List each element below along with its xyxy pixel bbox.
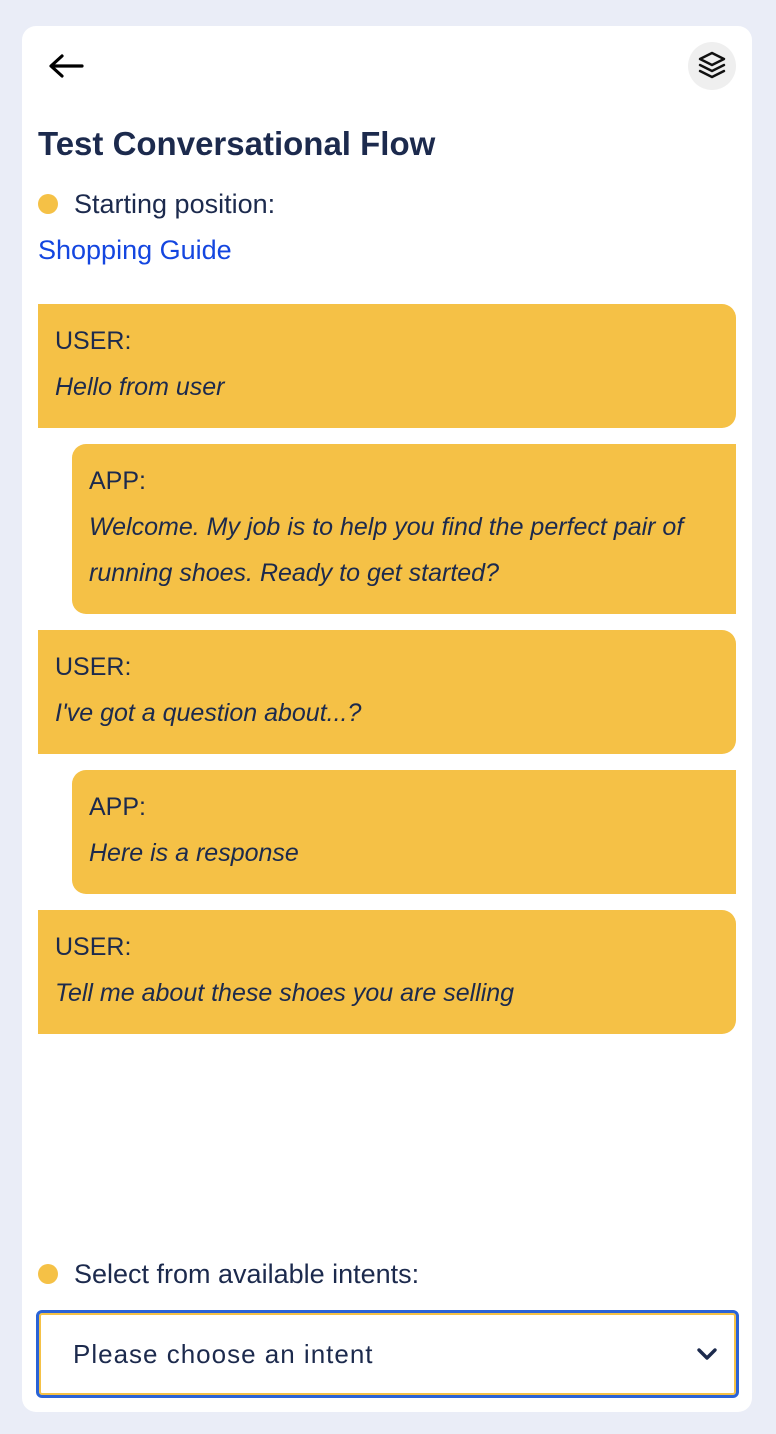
- intent-select-value: Please choose an intent: [73, 1338, 374, 1369]
- message-role: APP:: [89, 793, 146, 821]
- user-message: USER: Hello from user: [38, 304, 736, 428]
- user-message: USER: Tell me about these shoes you are …: [38, 910, 736, 1034]
- layers-button[interactable]: [688, 42, 736, 90]
- message-text: Hello from user: [55, 373, 225, 401]
- intent-row: Select from available intents:: [38, 1256, 419, 1292]
- message-text: Tell me about these shoes you are sellin…: [55, 979, 515, 1007]
- starting-position-link[interactable]: Shopping Guide: [38, 232, 232, 268]
- intent-select[interactable]: Please choose an intent: [36, 1310, 739, 1398]
- layers-icon: [698, 51, 726, 79]
- user-message: USER: I've got a question about...?: [38, 630, 736, 754]
- status-dot: [38, 1264, 58, 1284]
- arrow-left-icon: [49, 54, 84, 78]
- chevron-down-icon: [697, 1348, 717, 1360]
- message-text: Here is a response: [89, 839, 299, 867]
- intent-label: Select from available intents:: [74, 1259, 420, 1289]
- message-list: USER: Hello from user APP: Welcome. My j…: [38, 304, 736, 1050]
- status-dot: [38, 194, 58, 214]
- back-button[interactable]: [46, 48, 86, 84]
- starting-position-label: Starting position:: [74, 189, 276, 219]
- app-message: APP: Welcome. My job is to help you find…: [72, 444, 736, 614]
- page-title: Test Conversational Flow: [38, 125, 436, 162]
- message-text: Welcome. My job is to help you find the …: [89, 513, 684, 587]
- message-role: USER:: [55, 327, 132, 355]
- message-role: USER:: [55, 933, 132, 961]
- starting-position-row: Starting position:: [38, 186, 275, 222]
- message-role: APP:: [89, 467, 146, 495]
- message-role: USER:: [55, 653, 132, 681]
- message-text: I've got a question about...?: [55, 699, 362, 727]
- flow-panel: Test Conversational Flow Starting positi…: [22, 26, 752, 1412]
- app-message: APP: Here is a response: [72, 770, 736, 894]
